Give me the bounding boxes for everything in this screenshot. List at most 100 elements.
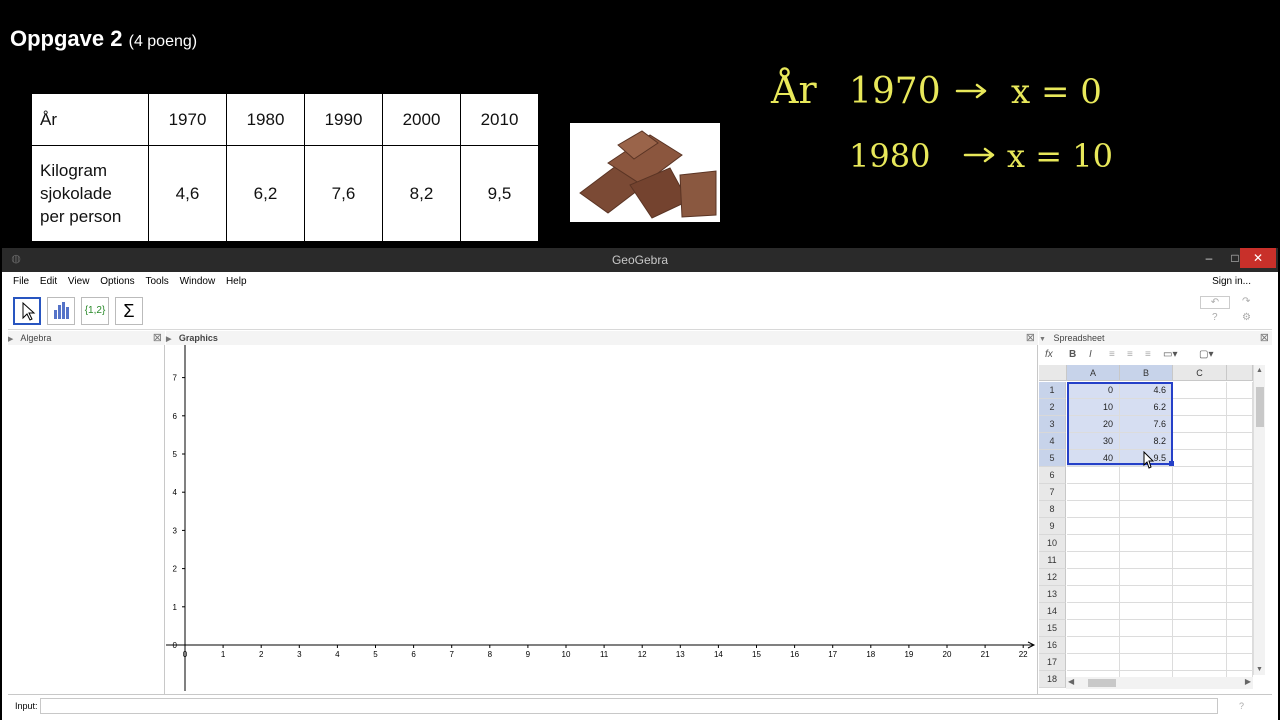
menu-tools[interactable]: Tools <box>145 276 168 287</box>
row-header[interactable]: 2 <box>1039 399 1066 416</box>
undo-icon[interactable]: ↶ <box>1200 296 1230 309</box>
row-header[interactable]: 9 <box>1039 518 1066 535</box>
spreadsheet-cell[interactable] <box>1067 620 1120 637</box>
two-variable-analysis-button[interactable] <box>47 297 75 325</box>
spreadsheet-cell[interactable]: 10 <box>1067 399 1120 416</box>
align-right-icon[interactable]: ≡ <box>1145 345 1151 365</box>
spreadsheet-cell[interactable]: 0 <box>1067 382 1120 399</box>
close-view-icon[interactable]: ⊠ <box>1026 331 1035 345</box>
spreadsheet-cell[interactable]: 4.6 <box>1120 382 1173 399</box>
close-view-icon[interactable]: ⊠ <box>1260 331 1269 345</box>
spreadsheet-cell[interactable] <box>1173 467 1227 484</box>
sign-in-link[interactable]: Sign in... <box>1212 272 1251 292</box>
column-header-d[interactable] <box>1227 365 1253 381</box>
spreadsheet-cell[interactable] <box>1227 552 1253 569</box>
menu-options[interactable]: Options <box>100 276 134 287</box>
scroll-thumb[interactable] <box>1088 679 1116 687</box>
spreadsheet-cell[interactable] <box>1067 484 1120 501</box>
close-button[interactable]: ✕ <box>1240 248 1276 268</box>
spreadsheet-cell[interactable]: 8.2 <box>1120 433 1173 450</box>
row-header[interactable]: 3 <box>1039 416 1066 433</box>
collapse-triangle-icon[interactable]: ▼ <box>1039 336 1046 343</box>
input-help-icon[interactable]: ? <box>1239 695 1244 717</box>
fx-button[interactable]: fx <box>1045 345 1053 365</box>
spreadsheet-cell[interactable] <box>1173 552 1227 569</box>
scroll-right-icon[interactable]: ▶ <box>1245 677 1251 686</box>
close-view-icon[interactable]: ⊠ <box>153 331 162 345</box>
spreadsheet-cell[interactable] <box>1120 637 1173 654</box>
spreadsheet-cell[interactable] <box>1227 654 1253 671</box>
scroll-down-icon[interactable]: ▼ <box>1256 666 1263 673</box>
spreadsheet-cell[interactable] <box>1227 399 1253 416</box>
expand-triangle-icon[interactable]: ▶ <box>8 336 13 343</box>
menu-window[interactable]: Window <box>180 276 216 287</box>
column-header-c[interactable]: C <box>1173 365 1227 381</box>
row-header[interactable]: 13 <box>1039 586 1066 603</box>
row-header[interactable]: 4 <box>1039 433 1066 450</box>
minimize-button[interactable]: – <box>1196 248 1222 268</box>
row-header[interactable]: 11 <box>1039 552 1066 569</box>
spreadsheet-cell[interactable] <box>1227 450 1253 467</box>
spreadsheet-cell[interactable] <box>1173 433 1227 450</box>
horizontal-scrollbar[interactable]: ◀ ▶ <box>1066 677 1253 689</box>
spreadsheet-cell[interactable] <box>1067 467 1120 484</box>
spreadsheet-cell[interactable] <box>1067 501 1120 518</box>
row-header[interactable]: 6 <box>1039 467 1066 484</box>
row-header[interactable]: 7 <box>1039 484 1066 501</box>
scroll-thumb[interactable] <box>1256 387 1264 427</box>
spreadsheet-cell[interactable] <box>1067 586 1120 603</box>
spreadsheet-cell[interactable]: 6.2 <box>1120 399 1173 416</box>
spreadsheet-cell[interactable] <box>1227 518 1253 535</box>
spreadsheet-cell[interactable] <box>1227 416 1253 433</box>
spreadsheet-cell[interactable] <box>1227 586 1253 603</box>
spreadsheet-cell[interactable] <box>1227 569 1253 586</box>
menu-edit[interactable]: Edit <box>40 276 57 287</box>
border-icon[interactable]: ▢▾ <box>1199 345 1213 365</box>
column-header-a[interactable]: A <box>1067 365 1120 381</box>
spreadsheet-cell[interactable] <box>1120 501 1173 518</box>
fill-handle[interactable] <box>1169 461 1174 466</box>
spreadsheet-cell[interactable] <box>1173 399 1227 416</box>
move-tool-button[interactable] <box>13 297 41 325</box>
align-left-icon[interactable]: ≡ <box>1109 345 1115 365</box>
row-header[interactable]: 5 <box>1039 450 1066 467</box>
graphics-canvas[interactable]: 0 1 2 3 4 5 6 7 8 9 10 11 12 13 14 15 16 17 18 19 20 21 220123… <box>166 345 1038 694</box>
redo-icon[interactable]: ↷ <box>1242 296 1250 307</box>
spreadsheet-cell[interactable] <box>1227 603 1253 620</box>
spreadsheet-cell[interactable] <box>1173 586 1227 603</box>
menu-view[interactable]: View <box>68 276 90 287</box>
spreadsheet-cell[interactable] <box>1173 654 1227 671</box>
spreadsheet-cell[interactable] <box>1173 535 1227 552</box>
menu-file[interactable]: File <box>13 276 29 287</box>
row-header[interactable]: 10 <box>1039 535 1066 552</box>
graphics-view[interactable]: ▶ Graphics ⊠ 0 1 2 3 4 5 6 7 8 9 10 11 12 13 14 15 16 17 1… <box>166 331 1038 694</box>
spreadsheet-cell[interactable] <box>1227 501 1253 518</box>
menu-help[interactable]: Help <box>226 276 247 287</box>
spreadsheet-cell[interactable] <box>1227 620 1253 637</box>
help-icon[interactable]: ? <box>1212 312 1218 323</box>
spreadsheet-cell[interactable] <box>1120 467 1173 484</box>
italic-button[interactable]: I <box>1089 345 1092 365</box>
spreadsheet-cell[interactable] <box>1173 382 1227 399</box>
spreadsheet-cell[interactable] <box>1173 518 1227 535</box>
gear-icon[interactable]: ⚙ <box>1242 312 1251 323</box>
spreadsheet-cell[interactable] <box>1227 433 1253 450</box>
fill-color-icon[interactable]: ▭▾ <box>1163 345 1177 365</box>
spreadsheet-cell[interactable] <box>1120 603 1173 620</box>
sum-tool-button[interactable]: Σ <box>115 297 143 325</box>
spreadsheet-cell[interactable] <box>1173 569 1227 586</box>
spreadsheet-cell[interactable] <box>1173 484 1227 501</box>
spreadsheet-cell[interactable] <box>1173 637 1227 654</box>
spreadsheet-cell[interactable]: 40 <box>1067 450 1120 467</box>
row-header[interactable]: 1 <box>1039 382 1066 399</box>
spreadsheet-cell[interactable]: 20 <box>1067 416 1120 433</box>
spreadsheet-cell[interactable] <box>1120 586 1173 603</box>
vertical-scrollbar[interactable]: ▲ ▼ <box>1253 365 1265 675</box>
row-header[interactable]: 8 <box>1039 501 1066 518</box>
column-header-b[interactable]: B <box>1120 365 1173 381</box>
row-header[interactable]: 18 <box>1039 671 1066 688</box>
spreadsheet-cell[interactable] <box>1173 620 1227 637</box>
spreadsheet-cell[interactable] <box>1120 484 1173 501</box>
spreadsheet-cell[interactable] <box>1067 518 1120 535</box>
scroll-left-icon[interactable]: ◀ <box>1068 677 1074 686</box>
